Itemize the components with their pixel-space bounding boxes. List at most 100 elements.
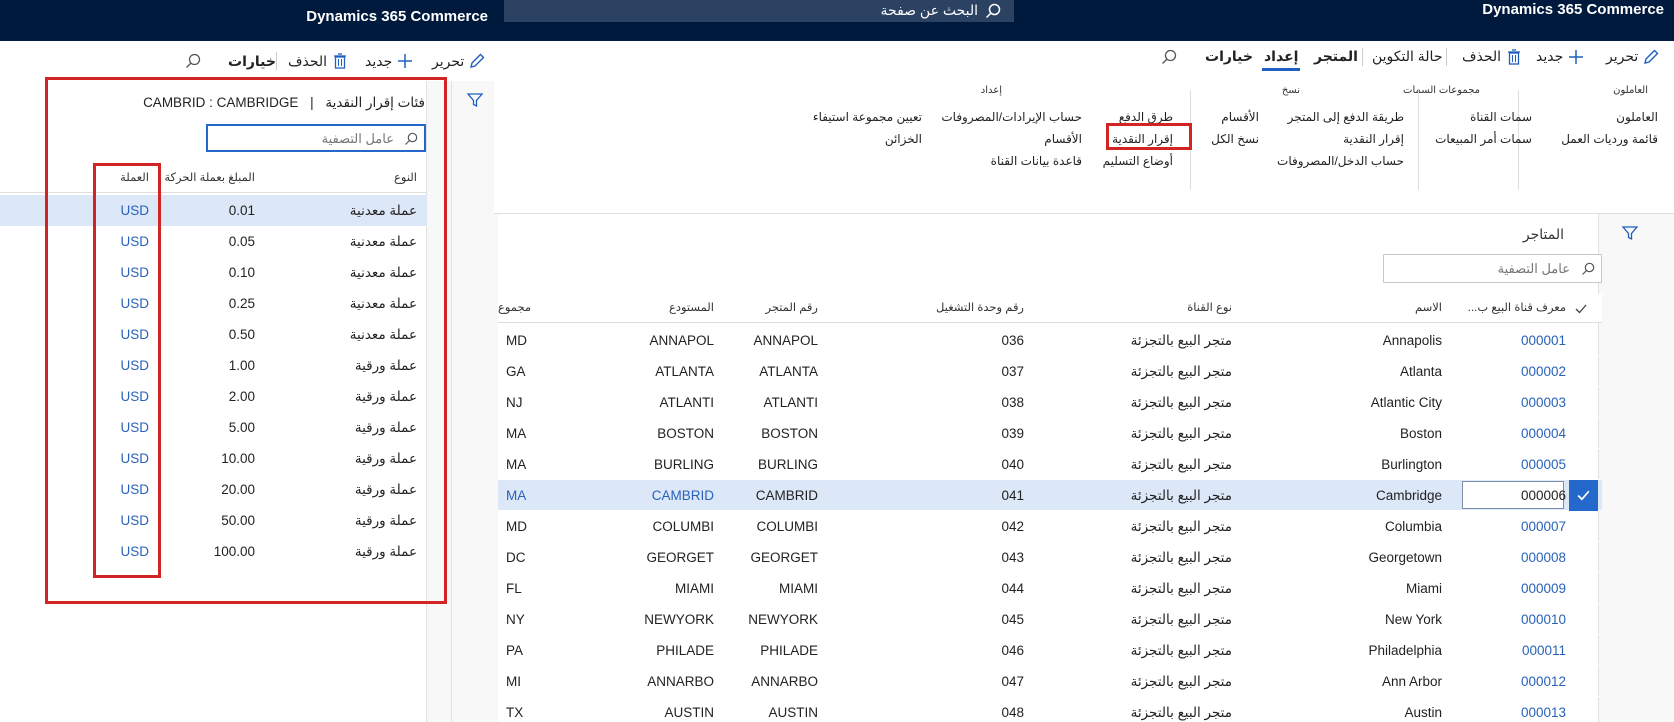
- tab-store[interactable]: المتجر: [1314, 41, 1358, 72]
- overlay-new-button[interactable]: جديد: [365, 50, 414, 72]
- config-state-button[interactable]: حالة التكوين: [1372, 41, 1442, 72]
- ribbon-payment-methods[interactable]: طرق الدفع: [1119, 110, 1173, 124]
- cell-group: TX: [506, 705, 524, 720]
- action-search-button[interactable]: [1160, 41, 1178, 72]
- col-group[interactable]: مجموع: [498, 294, 531, 323]
- cell-channel-type: متجر البيع بالتجزئة: [1130, 333, 1232, 348]
- table-row[interactable]: 000010 New York متجر البيع بالتجزئة 045 NEWY…: [498, 604, 1602, 635]
- cell-channel-id[interactable]: 000006: [1521, 480, 1566, 511]
- cell-channel-id[interactable]: 000003: [1521, 387, 1566, 418]
- ribbon-channel-database[interactable]: قاعدة بيانات القناة: [991, 154, 1082, 168]
- ribbon-safes[interactable]: الخزائن: [885, 132, 922, 146]
- ribbon-channel-attributes[interactable]: سمات القناة: [1470, 110, 1532, 124]
- cell-operating-unit: 044: [1001, 581, 1024, 596]
- table-row[interactable]: 000005 Burlington متجر البيع بالتجزئة 040 BU…: [498, 449, 1602, 480]
- ribbon-group-workers-title: العاملون: [1613, 85, 1648, 96]
- cell-warehouse: AUSTIN: [664, 705, 714, 720]
- trash-icon: [334, 53, 347, 69]
- ribbon-income-expense-account[interactable]: حساب الإيرادات/المصروفات: [941, 110, 1082, 124]
- new-button[interactable]: جديد: [1536, 41, 1585, 72]
- table-row[interactable]: 000012 Ann Arbor متجر البيع بالتجزئة 047 ANN…: [498, 666, 1602, 697]
- filter-pane-toggle[interactable]: [1598, 214, 1674, 722]
- cell-warehouse: COLUMBI: [652, 519, 714, 534]
- cell-store-number: ATLANTA: [759, 364, 818, 379]
- cell-channel-id[interactable]: 000013: [1521, 697, 1566, 722]
- ribbon-copy-income-expense[interactable]: حساب الدخل/المصروفات: [1277, 154, 1404, 168]
- overlay-edit-button[interactable]: تحرير: [432, 50, 486, 72]
- table-row[interactable]: 000009 Miami متجر البيع بالتجزئة 044 MIAMI MI…: [498, 573, 1602, 604]
- cell-channel-id[interactable]: 000008: [1521, 542, 1566, 573]
- cell-warehouse: MIAMI: [675, 581, 714, 596]
- ribbon-fulfillment-group[interactable]: تعيين مجموعة استيفاء: [813, 110, 922, 124]
- cell-channel-id[interactable]: 000011: [1522, 635, 1566, 666]
- overlay-options-label: خيارات: [228, 53, 276, 69]
- ribbon-shift-roster[interactable]: قائمة ورديات العمل: [1561, 132, 1658, 146]
- cell-channel-id[interactable]: 000012: [1521, 666, 1566, 697]
- ribbon-copy-departments[interactable]: الأقسام: [1221, 110, 1259, 124]
- cell-store-number: GEORGET: [750, 550, 818, 565]
- ribbon-copy-cash-declaration[interactable]: إقرار النقدية: [1343, 132, 1404, 146]
- config-state-label: حالة التكوين: [1372, 48, 1443, 64]
- cell-channel-id[interactable]: 000009: [1521, 573, 1566, 604]
- col-channel-type[interactable]: نوع القناة: [1187, 294, 1232, 323]
- col-channel-id[interactable]: معرف قناة البيع ب...: [1468, 294, 1566, 323]
- delete-button[interactable]: الحذف: [1462, 41, 1523, 72]
- delete-label: الحذف: [1462, 48, 1502, 64]
- tab-setup[interactable]: إعداد: [1262, 41, 1301, 72]
- stores-filter-box[interactable]: [1383, 254, 1602, 283]
- cell-warehouse: BOSTON: [657, 426, 714, 441]
- cell-channel-id[interactable]: 000001: [1521, 325, 1566, 356]
- cell-channel-id[interactable]: 000007: [1521, 511, 1566, 542]
- cell-name: Georgetown: [1368, 550, 1442, 565]
- table-row[interactable]: 000007 Columbia متجر البيع بالتجزئة 042 COLU…: [498, 511, 1602, 542]
- search-icon: [985, 3, 1001, 19]
- cell-group: MA: [506, 457, 527, 472]
- cell-channel-id[interactable]: 000004: [1521, 418, 1566, 449]
- overlay-action-pane: تحرير جديد الحذف خيارات: [0, 41, 494, 81]
- ribbon-sales-order-attributes[interactable]: سمات أمر المبيعات: [1435, 132, 1532, 146]
- table-row[interactable]: 000001 Annapolis متجر البيع بالتجزئة 036 ANN…: [498, 325, 1602, 356]
- ribbon-group-setup-title: إعداد: [980, 85, 1002, 96]
- table-row[interactable]: 000008 Georgetown متجر البيع بالتجزئة 043 GE…: [498, 542, 1602, 573]
- col-warehouse[interactable]: المستودع: [669, 294, 714, 323]
- options-button[interactable]: خيارات: [1205, 41, 1253, 72]
- pencil-icon: [470, 53, 485, 68]
- table-row[interactable]: 000013 Austin متجر البيع بالتجزئة 048 AUSTIN…: [498, 697, 1602, 722]
- table-row[interactable]: 000006 Cambridge متجر البيع بالتجزئة 041 CAM…: [498, 480, 1602, 511]
- table-row[interactable]: 000002 Atlanta متجر البيع بالتجزئة 037 ATLAN…: [498, 356, 1602, 387]
- cell-channel-id[interactable]: 000010: [1521, 604, 1566, 635]
- col-store-number[interactable]: رقم المتجر: [766, 294, 819, 323]
- cell-name: Philadelphia: [1368, 643, 1442, 658]
- overlay-filter-pane-toggle[interactable]: [451, 81, 494, 722]
- new-label: جديد: [1536, 48, 1564, 64]
- page-search-box[interactable]: البحث عن صفحة: [504, 0, 1014, 22]
- ribbon-modes-of-delivery[interactable]: أوضاع التسليم: [1103, 154, 1173, 168]
- select-all-check-icon[interactable]: [1574, 302, 1588, 316]
- overlay-delete-button[interactable]: الحذف: [288, 50, 349, 72]
- overlay-navbar: Dynamics 365 Commerce: [0, 0, 494, 41]
- cell-channel-id[interactable]: 000005: [1521, 449, 1566, 480]
- cell-group: MD: [506, 333, 527, 348]
- ribbon-departments[interactable]: الأقسام: [1044, 132, 1082, 146]
- table-row[interactable]: 000003 Atlantic City متجر البيع بالتجزئة 03…: [498, 387, 1602, 418]
- stores-filter-input[interactable]: [1390, 258, 1570, 279]
- row-selected-checkbox[interactable]: [1569, 480, 1598, 511]
- cell-operating-unit: 036: [1001, 333, 1024, 348]
- ribbon-workers[interactable]: العاملون: [1616, 110, 1658, 124]
- ribbon-copy-payment-method[interactable]: طريقة الدفع إلى المتجر: [1288, 110, 1404, 124]
- table-row[interactable]: 000004 Boston متجر البيع بالتجزئة 039 BOSTON…: [498, 418, 1602, 449]
- table-row[interactable]: 000011 Philadelphia متجر البيع بالتجزئة 046…: [498, 635, 1602, 666]
- col-name[interactable]: الاسم: [1415, 294, 1442, 323]
- cell-warehouse: NEWYORK: [644, 612, 714, 627]
- cell-operating-unit: 043: [1001, 550, 1024, 565]
- trash-icon: [1508, 48, 1521, 65]
- cell-channel-type: متجر البيع بالتجزئة: [1130, 581, 1232, 596]
- cell-group: PA: [506, 643, 524, 658]
- cell-name: Miami: [1406, 581, 1442, 596]
- overlay-search-button[interactable]: [184, 50, 202, 72]
- ribbon-copy-all[interactable]: نسخ الكل: [1211, 132, 1259, 146]
- col-operating-unit[interactable]: رقم وحدة التشغيل: [936, 294, 1024, 323]
- edit-button[interactable]: تحرير: [1606, 41, 1660, 72]
- cell-channel-id[interactable]: 000002: [1521, 356, 1566, 387]
- overlay-options-button[interactable]: خيارات: [228, 50, 276, 72]
